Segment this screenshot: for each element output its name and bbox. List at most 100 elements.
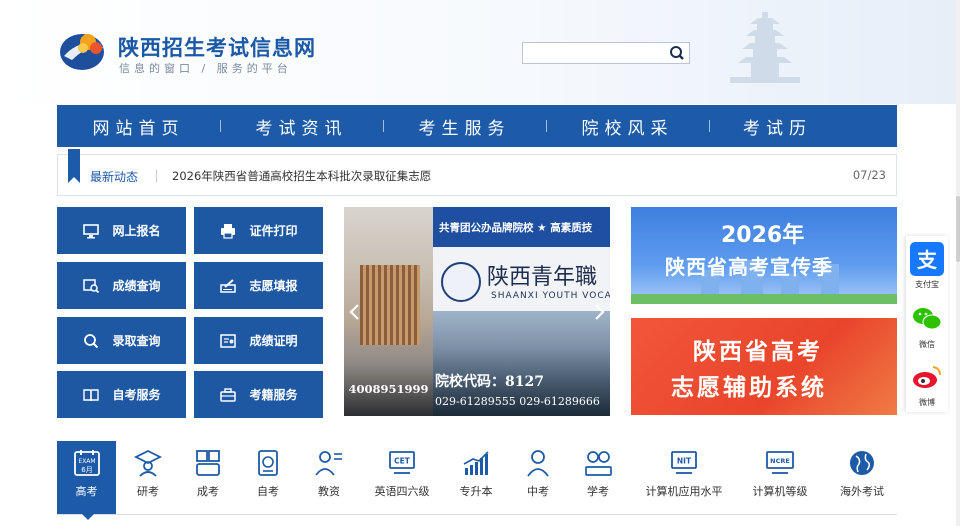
book-icon (83, 388, 100, 401)
wechat-icon (913, 308, 942, 330)
school-seal-icon (441, 262, 481, 302)
service-label: 考籍服务 (249, 388, 298, 402)
site-slogan: 信息的窗口 / 服务的平台 (119, 62, 292, 75)
social-label: 微信 (919, 340, 935, 349)
banner-title: 陕西省高考 (693, 339, 823, 365)
service-label: 录取查询 (112, 334, 161, 348)
tab-postgraduate[interactable]: 研考 (118, 441, 178, 515)
tabs-underline (57, 514, 897, 515)
tab-label: 教资 (318, 485, 340, 498)
tab-overseas-exam[interactable]: 海外考试 (830, 441, 894, 515)
cet-badge: CET (394, 457, 411, 466)
briefcase-icon (220, 387, 237, 402)
nav-item-exam-news[interactable]: 考试资讯 (220, 105, 383, 147)
tab-computer-application[interactable]: NIT 计算机应用水平 (636, 441, 732, 515)
tab-ncre[interactable]: NCRE 计算机等级 (742, 441, 818, 515)
tab-cet[interactable]: CET 英语四六级 (362, 441, 442, 515)
news-date: 07/23 (852, 168, 886, 182)
adult-exam-icon (196, 450, 220, 476)
self-exam-icon (258, 450, 278, 476)
exam-badge-bottom: 6月 (81, 466, 92, 474)
printer-icon (221, 223, 236, 239)
search-input[interactable] (523, 44, 663, 64)
tab-academic-test[interactable]: 学考 (568, 441, 628, 515)
service-label: 成绩查询 (112, 279, 161, 293)
tab-upgrade-bachelor[interactable]: 专升本 (446, 441, 506, 515)
service-student-records[interactable]: 考籍服务 (194, 371, 323, 418)
pagoda-decoration-icon (730, 12, 800, 83)
ncre-icon: NCRE (766, 451, 794, 474)
active-tab-caret-icon (82, 514, 94, 520)
carousel-school-ad: 共青团公办品牌院校 ★ 高素质技 陕西青年職 SHAANXI YOUTH VOC… (433, 207, 610, 416)
service-score-certificate[interactable]: 成绩证明 (194, 317, 323, 364)
tab-label: 自考 (257, 485, 279, 498)
nav-item-exam-calendar[interactable]: 考试历 (709, 105, 897, 147)
service-id-print[interactable]: 证件打印 (194, 207, 323, 254)
building-facade (360, 265, 420, 345)
scrollbar-thumb[interactable] (956, 196, 960, 262)
banner-grass (631, 294, 897, 304)
tab-teacher-qualification[interactable]: 教资 (298, 441, 360, 515)
carousel-phone: 4008951999 (348, 382, 429, 396)
service-admission-query[interactable]: 录取查询 (57, 317, 186, 364)
news-headline-link[interactable]: 2026年陕西省普通高校招生本科批次录取征集志愿 (172, 168, 431, 184)
ncre-badge: NCRE (770, 457, 790, 465)
cet-icon: CET (389, 451, 415, 474)
school-carousel[interactable]: 4008951999 共青团公办品牌院校 ★ 高素质技 陕西青年職 SHAANX… (344, 207, 610, 416)
svg-text:支: 支 (917, 248, 938, 272)
monitor-icon (83, 223, 100, 238)
score-search-icon (83, 278, 100, 293)
carousel-prev-icon[interactable] (348, 303, 362, 321)
tab-label: 成考 (197, 485, 219, 498)
weibo-icon (913, 366, 941, 388)
nit-icon: NIT (671, 451, 697, 474)
tab-label: 计算机等级 (752, 485, 808, 498)
news-divider (156, 169, 157, 183)
form-fill-icon (220, 278, 237, 293)
service-label: 证件打印 (249, 224, 298, 238)
service-label: 成绩证明 (249, 334, 298, 348)
tab-adult-exam[interactable]: 成考 (178, 441, 238, 515)
tab-label: 英语四六级 (374, 485, 430, 498)
social-wechat[interactable]: 微信 (906, 298, 948, 354)
banner-title-year: 2026年 (721, 223, 805, 248)
carousel-ad-title: 共青团公办品牌院校 ★ 高素质技 (433, 207, 610, 247)
tab-label: 专升本 (459, 485, 493, 498)
service-label: 志愿填报 (249, 279, 298, 293)
school-telephones: 029-61289555 029-61289666 (435, 395, 600, 408)
site-logo[interactable] (58, 26, 110, 74)
service-online-registration[interactable]: 网上报名 (57, 207, 186, 254)
site-title: 陕西招生考试信息网 (118, 36, 316, 60)
exam-badge-top: EXAM (78, 458, 95, 465)
tab-zhongkao[interactable]: 中考 (508, 441, 568, 515)
social-label: 支付宝 (915, 280, 939, 289)
search-icon[interactable] (667, 44, 687, 62)
social-weibo[interactable]: 微博 (906, 356, 948, 412)
student-icon (527, 450, 549, 477)
nav-item-home[interactable]: 网站首页 (57, 105, 220, 147)
social-alipay[interactable]: 支 支付宝 (906, 238, 948, 294)
teacher-icon (315, 451, 342, 476)
certificate-icon (220, 333, 237, 348)
tab-label: 学考 (587, 485, 609, 498)
growth-chart-icon (463, 451, 489, 475)
carousel-next-icon[interactable] (592, 303, 606, 321)
tab-gaokao[interactable]: EXAM 6月 高考 (57, 441, 116, 515)
school-calligraphy-name: 陕西青年職 (487, 265, 598, 290)
search-icon (84, 333, 99, 348)
nit-badge: NIT (677, 457, 692, 466)
banner-admission-season[interactable]: 2026年 陕西省高考宣传季 (631, 207, 897, 304)
globe-icon (850, 451, 874, 475)
tab-label: 海外考试 (840, 485, 884, 498)
nav-item-schools[interactable]: 院校风采 (546, 105, 709, 147)
tab-label: 计算机应用水平 (645, 485, 723, 498)
nav-item-candidate-services[interactable]: 考生服务 (383, 105, 546, 147)
social-sidebar: 支 支付宝 微信 微博 (906, 236, 948, 412)
service-label: 自考服务 (112, 388, 161, 402)
banner-application-assistant[interactable]: 陕西省高考 志愿辅助系统 (631, 318, 897, 415)
service-score-query[interactable]: 成绩查询 (57, 262, 186, 309)
tab-self-exam[interactable]: 自考 (238, 441, 298, 515)
service-application-fill[interactable]: 志愿填报 (194, 262, 323, 309)
scrollbar-track[interactable] (956, 0, 960, 526)
service-self-exam[interactable]: 自考服务 (57, 371, 186, 418)
